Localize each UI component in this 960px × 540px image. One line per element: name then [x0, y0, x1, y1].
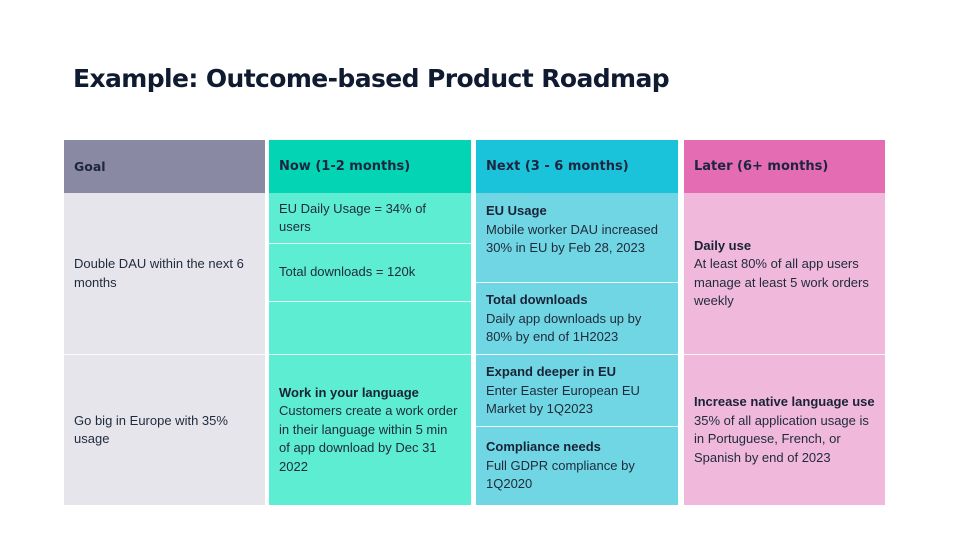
next-item-title: Expand deeper in EU — [486, 364, 617, 379]
next-column: Next (3 - 6 months) EU Usage Mobile work… — [476, 140, 678, 505]
next-text: Enter Easter European EU Market by 1Q202… — [486, 382, 640, 417]
now-text: EU Daily Usage = 34% of users — [279, 200, 427, 235]
next-cell: EU Usage Mobile worker DAU increased 30%… — [476, 193, 678, 282]
later-text: At least 80% of all app users manage at … — [694, 256, 869, 308]
now-cell: EU Daily Usage = 34% of users — [269, 193, 471, 243]
later-item-title: Increase native language use — [694, 394, 875, 409]
next-text: Mobile worker DAU increased 30% in EU by… — [486, 221, 658, 256]
page-title: Example: Outcome-based Product Roadmap — [73, 64, 670, 93]
later-cell: Increase native language use 35% of all … — [684, 354, 885, 505]
later-text: 35% of all application usage is in Portu… — [694, 412, 869, 465]
later-header: Later (6+ months) — [684, 140, 885, 193]
later-cell: Daily use At least 80% of all app users … — [684, 193, 885, 354]
next-cell: Compliance needs Full GDPR compliance by… — [476, 426, 678, 505]
now-cell: Work in your language Customers create a… — [269, 354, 471, 505]
now-item-title: Work in your language — [279, 384, 419, 400]
next-item-title: Total downloads — [486, 292, 588, 307]
goal-column: Goal Double DAU within the next 6 months… — [64, 140, 265, 505]
next-item-title: EU Usage — [486, 203, 547, 218]
goal-text: Go big in Europe with 35% usage — [74, 412, 228, 447]
goal-text: Double DAU within the next 6 months — [74, 256, 244, 290]
now-column: Now (1-2 months) EU Daily Usage = 34% of… — [269, 140, 471, 505]
now-text: Total downloads = 120k — [279, 264, 416, 280]
later-item-title: Daily use — [694, 237, 752, 253]
now-cell: Total downloads = 120k — [269, 243, 471, 301]
now-cell-empty — [269, 301, 471, 354]
now-header: Now (1-2 months) — [269, 140, 471, 193]
later-column: Later (6+ months) Daily use At least 80%… — [684, 140, 885, 505]
goal-cell: Double DAU within the next 6 months — [64, 193, 265, 354]
next-cell: Expand deeper in EU Enter Easter Europea… — [476, 354, 678, 426]
now-text: Customers create a work order in their l… — [279, 403, 458, 474]
goal-header: Goal — [64, 140, 265, 193]
next-text: Full GDPR compliance by 1Q2020 — [486, 457, 635, 492]
next-item-title: Compliance needs — [486, 439, 601, 454]
goal-cell: Go big in Europe with 35% usage — [64, 354, 265, 505]
next-header: Next (3 - 6 months) — [476, 140, 678, 193]
next-text: Daily app downloads up by 80% by end of … — [486, 310, 642, 345]
next-cell: Total downloads Daily app downloads up b… — [476, 282, 678, 354]
